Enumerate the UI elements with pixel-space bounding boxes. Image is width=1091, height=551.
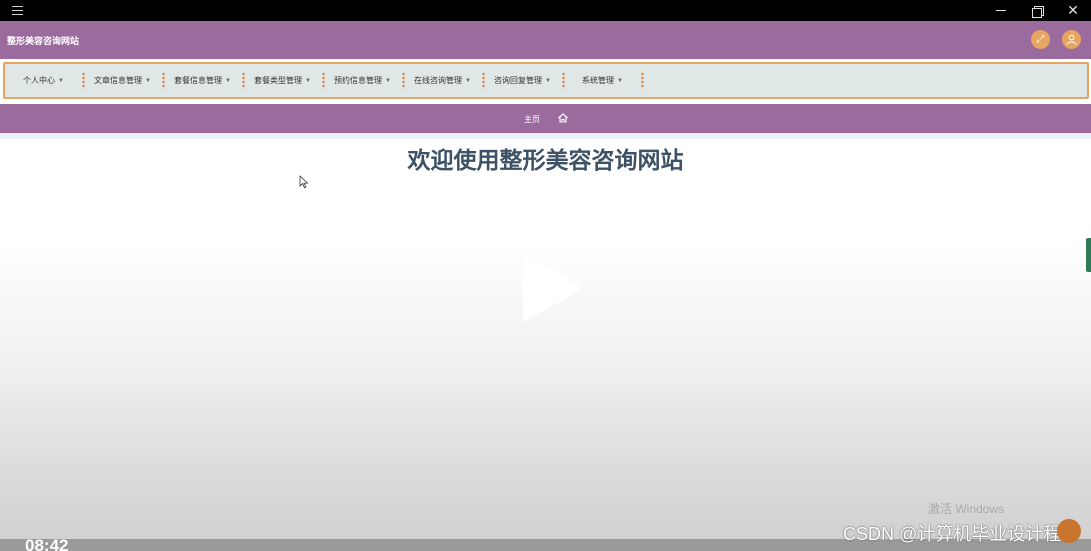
- chevron-down-icon: ▼: [58, 78, 64, 84]
- play-icon[interactable]: [513, 250, 583, 326]
- nav-label: 预约信息管理: [334, 76, 382, 85]
- nav-label: 文章信息管理: [94, 76, 142, 85]
- site-title: 整形美容咨询网站: [7, 36, 80, 46]
- nav-separator: [242, 72, 245, 89]
- page-title: 欢迎使用整形美容咨询网站: [407, 147, 684, 173]
- minimize-button[interactable]: [983, 0, 1019, 21]
- breadcrumb-home-link[interactable]: 主页: [524, 114, 540, 125]
- nav-separator: [641, 72, 644, 89]
- nav-separator: [482, 72, 485, 89]
- nav-label: 套餐类型管理: [254, 76, 302, 85]
- hamburger-icon[interactable]: [12, 6, 23, 15]
- nav-label: 套餐信息管理: [174, 76, 222, 85]
- nav-item-article-management[interactable]: 文章信息管理 ▼: [94, 75, 151, 86]
- nav-separator: [82, 72, 85, 89]
- nav-label: 在线咨询管理: [414, 76, 462, 85]
- mouse-cursor-icon: [299, 175, 309, 189]
- user-icon: [1066, 34, 1077, 45]
- chevron-down-icon: ▼: [617, 78, 623, 84]
- close-button[interactable]: ✕: [1055, 0, 1091, 21]
- nav-item-package-management[interactable]: 套餐信息管理 ▼: [174, 75, 231, 86]
- restore-button[interactable]: [1019, 0, 1055, 21]
- nav-separator: [322, 72, 325, 89]
- chevron-down-icon: ▼: [225, 78, 231, 84]
- fullscreen-icon: ⤢: [1036, 34, 1045, 45]
- nav-separator: [162, 72, 165, 89]
- chevron-down-icon: ▼: [145, 78, 151, 84]
- nav-label: 咨询回复管理: [494, 76, 542, 85]
- windows-activation-watermark: 激活 Windows: [928, 502, 1005, 516]
- nav-separator: [562, 72, 565, 89]
- home-icon[interactable]: [557, 112, 569, 124]
- chevron-down-icon: ▼: [465, 78, 471, 84]
- nav-item-personal-center[interactable]: 个人中心 ▼: [23, 75, 64, 86]
- nav-separator: [402, 72, 405, 89]
- chevron-down-icon: ▼: [545, 78, 551, 84]
- user-avatar-button[interactable]: [1062, 30, 1081, 49]
- nav-label: 系统管理: [582, 76, 614, 85]
- main-nav: 个人中心 ▼ 文章信息管理 ▼ 套餐信息管理 ▼ 套餐类型管理 ▼ 预约信息管理 ▼ 在线…: [3, 62, 1089, 99]
- fullscreen-button[interactable]: ⤢: [1031, 30, 1050, 49]
- nav-item-package-type-management[interactable]: 套餐类型管理 ▼: [254, 75, 311, 86]
- nav-item-appointment-management[interactable]: 预约信息管理 ▼: [334, 75, 391, 86]
- csdn-watermark: CSDN @计算机毕业设计程: [843, 524, 1062, 544]
- chevron-down-icon: ▼: [385, 78, 391, 84]
- nav-label: 个人中心: [23, 76, 55, 85]
- chevron-down-icon: ▼: [305, 78, 311, 84]
- main-content: [0, 139, 1091, 551]
- app-header: 整形美容咨询网站 ⤢: [0, 21, 1091, 59]
- video-timestamp: 08:42: [25, 536, 69, 551]
- nav-item-system-management[interactable]: 系统管理 ▼: [582, 75, 623, 86]
- nav-item-online-consult-management[interactable]: 在线咨询管理 ▼: [414, 75, 471, 86]
- breadcrumb: 主页: [0, 104, 1091, 133]
- side-tab-handle[interactable]: [1086, 238, 1091, 272]
- csdn-avatar-badge: [1057, 519, 1081, 543]
- window-title-bar: ✕: [0, 0, 1091, 21]
- nav-item-consult-reply-management[interactable]: 咨询回复管理 ▼: [494, 75, 551, 86]
